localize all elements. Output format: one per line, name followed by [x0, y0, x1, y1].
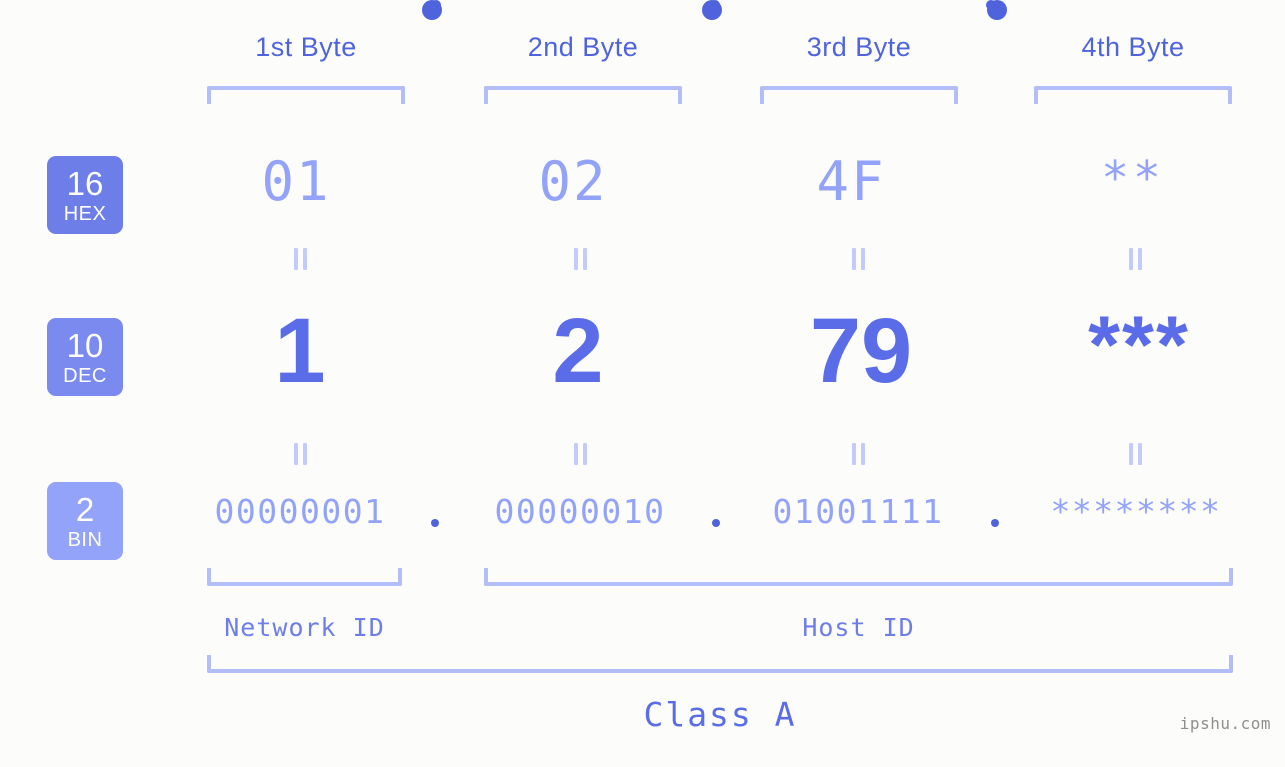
bin-octet-1: 00000001 [214, 492, 386, 531]
equals-mark-8 [1124, 443, 1146, 465]
byte-bracket-2 [484, 86, 682, 104]
host-id-bracket [484, 568, 1233, 586]
base-badge-hex: 16 HEX [47, 156, 123, 234]
bin-dot-3 [991, 519, 999, 527]
equals-mark-2 [569, 248, 591, 270]
bin-dot-2 [712, 519, 720, 527]
byte-header-3: 3rd Byte [806, 32, 912, 62]
base-badge-bin-number: 2 [75, 490, 95, 528]
equals-mark-1 [289, 248, 311, 270]
class-label: Class A [643, 695, 797, 734]
class-bracket [207, 655, 1233, 673]
base-badge-dec: 10 DEC [47, 318, 123, 396]
network-id-bracket [207, 568, 402, 586]
bin-octet-4: ******** [1050, 492, 1222, 531]
ip-byte-diagram: 1st Byte 2nd Byte 3rd Byte 4th Byte 16 H… [0, 0, 1285, 767]
base-badge-dec-number: 10 [66, 326, 104, 364]
byte-header-2: 2nd Byte [527, 32, 639, 62]
base-badge-hex-number: 16 [66, 164, 104, 202]
equals-mark-5 [289, 443, 311, 465]
byte-bracket-4 [1034, 86, 1232, 104]
equals-mark-7 [847, 443, 869, 465]
dec-octet-4: *** [1088, 300, 1190, 391]
hex-octet-3: 4F [816, 150, 886, 213]
byte-header-4: 4th Byte [1081, 32, 1185, 62]
dec-dot-2 [702, 0, 722, 20]
network-id-label: Network ID [224, 613, 385, 642]
site-watermark: ipshu.com [1179, 714, 1271, 733]
equals-mark-3 [847, 248, 869, 270]
hex-octet-1: 01 [261, 150, 331, 213]
equals-mark-6 [569, 443, 591, 465]
dec-dot-1 [422, 0, 442, 20]
hex-octet-2: 02 [538, 150, 608, 213]
hex-octet-4: ** [1101, 151, 1165, 205]
host-id-label: Host ID [802, 613, 915, 642]
dec-octet-2: 2 [552, 300, 604, 402]
dec-octet-1: 1 [274, 300, 326, 402]
byte-header-1: 1st Byte [255, 32, 357, 62]
bin-dot-1 [431, 519, 439, 527]
byte-bracket-3 [760, 86, 958, 104]
bin-octet-2: 00000010 [494, 492, 666, 531]
base-badge-dec-name: DEC [63, 364, 107, 387]
dec-octet-3: 79 [809, 300, 913, 402]
base-badge-bin: 2 BIN [47, 482, 123, 560]
base-badge-bin-name: BIN [67, 528, 103, 551]
byte-bracket-1 [207, 86, 405, 104]
dec-dot-3 [987, 0, 1007, 20]
equals-mark-4 [1124, 248, 1146, 270]
bin-octet-3: 01001111 [772, 492, 944, 531]
base-badge-hex-name: HEX [63, 202, 107, 225]
